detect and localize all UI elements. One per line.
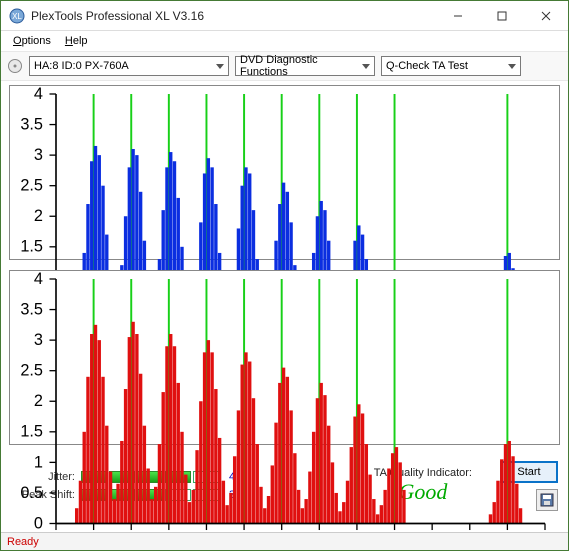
svg-text:0: 0 — [34, 514, 43, 532]
minimize-button[interactable] — [436, 1, 480, 30]
svg-text:2: 2 — [34, 207, 43, 225]
maximize-button[interactable] — [480, 1, 524, 30]
menubar: Optionsdocument.currentScript.previousEl… — [1, 31, 568, 51]
svg-text:3.5: 3.5 — [20, 300, 43, 318]
svg-text:2: 2 — [34, 392, 43, 410]
function-select-value: DVD Diagnostic Functions — [240, 54, 356, 78]
drive-icon — [7, 58, 23, 74]
svg-text:4: 4 — [34, 270, 43, 288]
statusbar: Ready — [1, 532, 568, 550]
drive-select-value: HA:8 ID:0 PX-760A — [34, 60, 129, 72]
menu-options[interactable]: Optionsdocument.currentScript.previousEl… — [7, 33, 57, 49]
svg-text:1.5: 1.5 — [20, 423, 43, 441]
svg-text:2.5: 2.5 — [20, 177, 43, 195]
window-title: PlexTools Professional XL V3.16 — [31, 9, 436, 23]
test-select-value: Q-Check TA Test — [386, 60, 468, 72]
test-select[interactable]: Q-Check TA Test — [381, 56, 521, 76]
app-icon: XL — [9, 8, 25, 24]
charts-area: 00.511.522.533.5423456789101112131415 00… — [1, 81, 568, 445]
svg-text:3: 3 — [34, 146, 43, 164]
chart-top: 00.511.522.533.5423456789101112131415 — [9, 85, 560, 260]
titlebar: XL PlexTools Professional XL V3.16 — [1, 1, 568, 31]
svg-text:3: 3 — [34, 331, 43, 349]
svg-text:XL: XL — [12, 12, 22, 21]
window-controls — [436, 1, 568, 30]
toolbar: HA:8 ID:0 PX-760A DVD Diagnostic Functio… — [1, 51, 568, 81]
svg-text:4: 4 — [34, 85, 43, 103]
menu-help[interactable]: Helpdocument.currentScript.previousEleme… — [59, 33, 94, 49]
svg-text:2.5: 2.5 — [20, 362, 43, 380]
svg-text:1.5: 1.5 — [20, 238, 43, 256]
function-select[interactable]: DVD Diagnostic Functions — [235, 56, 375, 76]
svg-text:3.5: 3.5 — [20, 115, 43, 133]
chart-bottom-plot: 00.511.522.533.5423456789101112131415 — [56, 279, 545, 524]
drive-select[interactable]: HA:8 ID:0 PX-760A — [29, 56, 229, 76]
svg-text:0.5: 0.5 — [20, 484, 43, 502]
status-text: Ready — [7, 536, 39, 548]
chart-bottom: 00.511.522.533.5423456789101112131415 — [9, 270, 560, 445]
svg-text:1: 1 — [34, 453, 43, 471]
close-button[interactable] — [524, 1, 568, 30]
